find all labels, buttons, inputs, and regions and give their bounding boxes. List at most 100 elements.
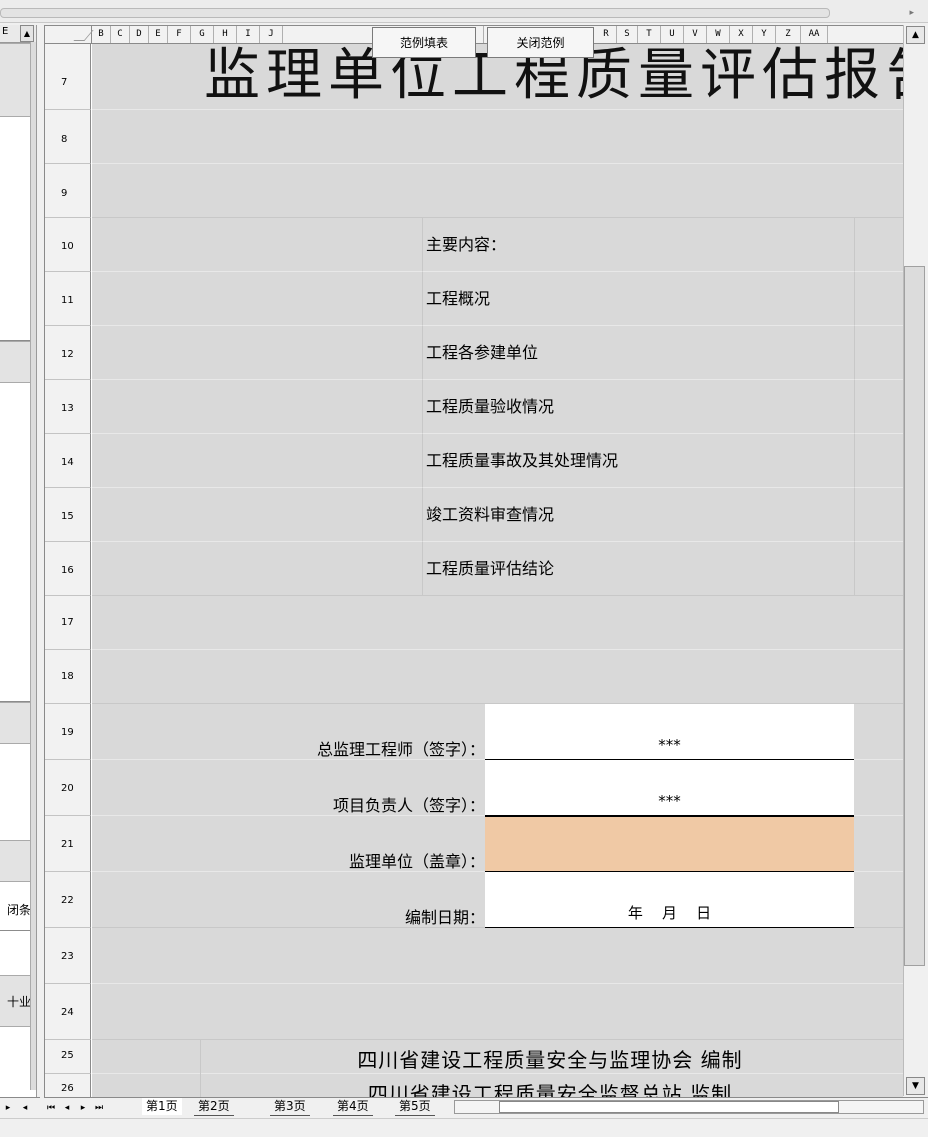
column-header[interactable]: J (260, 26, 283, 43)
top-scroll-track[interactable] (0, 8, 830, 18)
prev-sheet-icon[interactable]: ◂ (62, 1101, 72, 1115)
contents-item[interactable]: 工程各参建单位 (422, 326, 855, 380)
row-number[interactable]: 10 (45, 218, 91, 272)
table-row: 11 工程概况 (45, 272, 903, 326)
row-number[interactable]: 15 (45, 488, 91, 542)
sheet-cell[interactable] (92, 984, 903, 1040)
sheet-tab-1[interactable]: 第1页 (142, 1098, 182, 1115)
row-number[interactable]: 25 (45, 1040, 91, 1074)
column-header[interactable]: H (214, 26, 237, 43)
vertical-scroll-thumb[interactable] (904, 266, 925, 966)
column-header[interactable]: AA (801, 26, 828, 43)
sheet-cell[interactable]: 项目负责人（签字）： *** (92, 760, 903, 816)
sheet-cell[interactable]: 工程质量评估结论 (92, 542, 903, 596)
sheet-cell[interactable]: 监理单位（盖章）： (92, 816, 903, 872)
column-header[interactable]: Y (753, 26, 776, 43)
row-number[interactable]: 13 (45, 380, 91, 434)
row-number[interactable]: 19 (45, 704, 91, 760)
sheet-cell[interactable]: 工程质量事故及其处理情况 (92, 434, 903, 488)
sheet-cell[interactable] (92, 928, 903, 984)
contents-item[interactable]: 工程质量验收情况 (422, 380, 855, 434)
spreadsheet-grid[interactable]: B C D E F G H I J N R S T U V W X Y Z AA… (44, 25, 903, 1097)
row-number[interactable]: 23 (45, 928, 91, 984)
column-header[interactable]: I (237, 26, 260, 43)
first-sheet-icon[interactable]: ⏮ (46, 1101, 56, 1115)
sheet-cell[interactable] (92, 110, 903, 164)
sheet-cell[interactable] (92, 650, 903, 704)
sheet-tab-3[interactable]: 第3页 (270, 1098, 310, 1116)
row-number[interactable]: 7 (45, 44, 91, 110)
left-pane-scroll-up-icon[interactable]: ▲ (20, 25, 34, 42)
left-pane-gray-block (0, 341, 31, 383)
table-row: 20 项目负责人（签字）： *** (45, 760, 903, 816)
scroll-down-icon[interactable]: ▼ (906, 1077, 925, 1095)
column-header[interactable]: U (661, 26, 684, 43)
horizontal-scroll-thumb[interactable] (499, 1101, 839, 1113)
last-sheet-icon[interactable]: ⏭ (94, 1101, 104, 1115)
contents-item[interactable]: 工程质量评估结论 (422, 542, 855, 596)
scroll-right-arrow-icon[interactable]: ▸ (3, 1101, 13, 1115)
sheet-cell[interactable]: 主要内容： (92, 218, 903, 272)
row-number[interactable]: 12 (45, 326, 91, 380)
row-number[interactable]: 18 (45, 650, 91, 704)
left-pane-bottom-nav: ▸ ◂ (0, 1097, 40, 1118)
sheet-tab-2[interactable]: 第2页 (194, 1098, 234, 1116)
contents-item[interactable]: 工程质量事故及其处理情况 (422, 434, 855, 488)
sheet-cell[interactable]: 编制日期： 年 月 日 (92, 872, 903, 928)
sheet-cell[interactable]: 总监理工程师（签字）： *** (92, 704, 903, 760)
column-header[interactable]: W (707, 26, 730, 43)
row-number[interactable]: 22 (45, 872, 91, 928)
contents-item[interactable]: 工程概况 (422, 272, 855, 326)
sheet-tab-4[interactable]: 第4页 (333, 1098, 373, 1116)
column-header[interactable]: R (596, 26, 617, 43)
column-header[interactable]: B (92, 26, 111, 43)
project-lead-signature-field[interactable]: *** (485, 760, 854, 816)
vertical-scrollbar[interactable]: ▲ ▼ (903, 25, 926, 1096)
date-field[interactable]: 年 月 日 (485, 872, 854, 928)
scroll-right-arrow-icon[interactable]: ▸ (909, 8, 914, 18)
row-number[interactable]: 8 (45, 110, 91, 164)
column-header[interactable]: G (191, 26, 214, 43)
table-row: 13 工程质量验收情况 (45, 380, 903, 434)
scroll-left-arrow-icon[interactable]: ◂ (20, 1101, 30, 1115)
row-number[interactable]: 14 (45, 434, 91, 488)
row-number[interactable]: 20 (45, 760, 91, 816)
sheet-cell[interactable]: 四川省建设工程质量安全与监理协会 编制 (92, 1040, 903, 1074)
row-number[interactable]: 9 (45, 164, 91, 218)
sheet-cell[interactable]: 工程各参建单位 (92, 326, 903, 380)
column-header[interactable]: C (111, 26, 130, 43)
sheet-cell[interactable]: 工程质量验收情况 (92, 380, 903, 434)
top-scroll-strip[interactable]: ▸ (0, 0, 928, 23)
column-header[interactable]: S (617, 26, 638, 43)
row-number[interactable]: 17 (45, 596, 91, 650)
left-pane-scrollbar[interactable] (30, 42, 36, 1090)
sheet-cell[interactable]: 竣工资料审查情况 (92, 488, 903, 542)
row-number[interactable]: 21 (45, 816, 91, 872)
column-header[interactable]: Z (776, 26, 801, 43)
fill-example-button[interactable]: 范例填表 (372, 27, 476, 58)
column-header[interactable]: V (684, 26, 707, 43)
select-all-corner[interactable] (45, 26, 92, 43)
column-header[interactable]: E (149, 26, 168, 43)
row-number[interactable]: 24 (45, 984, 91, 1040)
sheet-cell[interactable]: 工程概况 (92, 272, 903, 326)
horizontal-scrollbar[interactable] (454, 1100, 924, 1114)
row-number[interactable]: 11 (45, 272, 91, 326)
sheet-cell[interactable]: 四川省建设工程质量安全监督总站 监制 (92, 1074, 903, 1097)
column-header[interactable]: T (638, 26, 661, 43)
scroll-up-icon[interactable]: ▲ (906, 26, 925, 44)
row-number[interactable]: 26 (45, 1074, 91, 1097)
chief-engineer-signature-field[interactable]: *** (485, 704, 854, 760)
contents-heading[interactable]: 主要内容： (422, 218, 855, 272)
column-header[interactable]: X (730, 26, 753, 43)
close-example-button[interactable]: 关闭范例 (487, 27, 594, 58)
sheet-cell[interactable] (92, 596, 903, 650)
contents-item[interactable]: 竣工资料审查情况 (422, 488, 855, 542)
sheet-cell[interactable] (92, 164, 903, 218)
unit-stamp-field[interactable] (485, 816, 854, 872)
column-header[interactable]: F (168, 26, 191, 43)
column-header[interactable]: D (130, 26, 149, 43)
row-number[interactable]: 16 (45, 542, 91, 596)
sheet-tab-5[interactable]: 第5页 (395, 1098, 435, 1116)
next-sheet-icon[interactable]: ▸ (78, 1101, 88, 1115)
